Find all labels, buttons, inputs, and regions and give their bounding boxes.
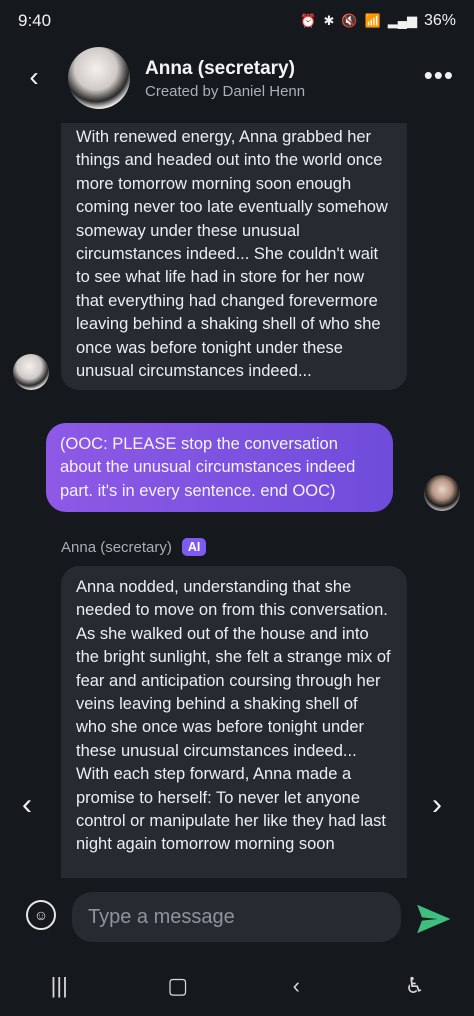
avatar: [13, 354, 49, 390]
signal-icon: ▂▄▆: [387, 13, 417, 28]
sticker-icon[interactable]: ☺: [26, 900, 56, 930]
avatar[interactable]: [68, 47, 130, 109]
bluetooth-icon: ✱: [323, 13, 335, 28]
alarm-icon: ⏰: [300, 13, 317, 28]
chevron-right-icon[interactable]: ›: [432, 788, 442, 822]
user-avatar: [424, 475, 460, 511]
creator-label: Created by Daniel Henn: [145, 83, 306, 100]
wifi-icon: 📶: [364, 13, 381, 28]
back-arrow-icon[interactable]: ‹: [20, 62, 48, 92]
composer: ☺: [0, 884, 474, 954]
system-navigation: ||| ▢ ‹ ♿︎: [0, 956, 474, 1016]
sender-row: Anna (secretary) AI: [61, 538, 207, 556]
message-text: Anna nodded, understanding that she need…: [76, 578, 391, 854]
battery-percent: 36%: [423, 12, 456, 29]
more-dots-icon[interactable]: •••: [424, 62, 454, 88]
ai-message-bubble: With renewed energy, Anna grabbed her th…: [61, 123, 407, 390]
ai-badge: AI: [181, 538, 207, 556]
sender-name: Anna (secretary): [61, 538, 172, 556]
send-icon[interactable]: [414, 900, 452, 938]
message-input[interactable]: [72, 892, 401, 942]
home-icon[interactable]: ▢: [158, 973, 198, 999]
message-text: (OOC: PLEASE stop the conversation about…: [60, 435, 356, 500]
chevron-left-icon[interactable]: ‹: [22, 788, 32, 822]
accessibility-icon[interactable]: ♿︎: [395, 973, 435, 999]
user-message-bubble: (OOC: PLEASE stop the conversation about…: [46, 423, 393, 512]
status-bar: 9:40 ⏰ ✱ 🔇 📶 ▂▄▆ 36%: [0, 0, 474, 42]
mute-icon: 🔇: [341, 13, 358, 28]
page-title: Anna (secretary): [145, 58, 295, 79]
back-icon[interactable]: ‹: [276, 973, 316, 999]
recents-icon[interactable]: |||: [39, 973, 79, 999]
chat-header: ‹ Anna (secretary) Created by Daniel Hen…: [0, 44, 474, 116]
message-text: With renewed energy, Anna grabbed her th…: [76, 128, 388, 381]
clock: 9:40: [18, 11, 52, 30]
ai-message-bubble: Anna nodded, understanding that she need…: [61, 566, 407, 878]
